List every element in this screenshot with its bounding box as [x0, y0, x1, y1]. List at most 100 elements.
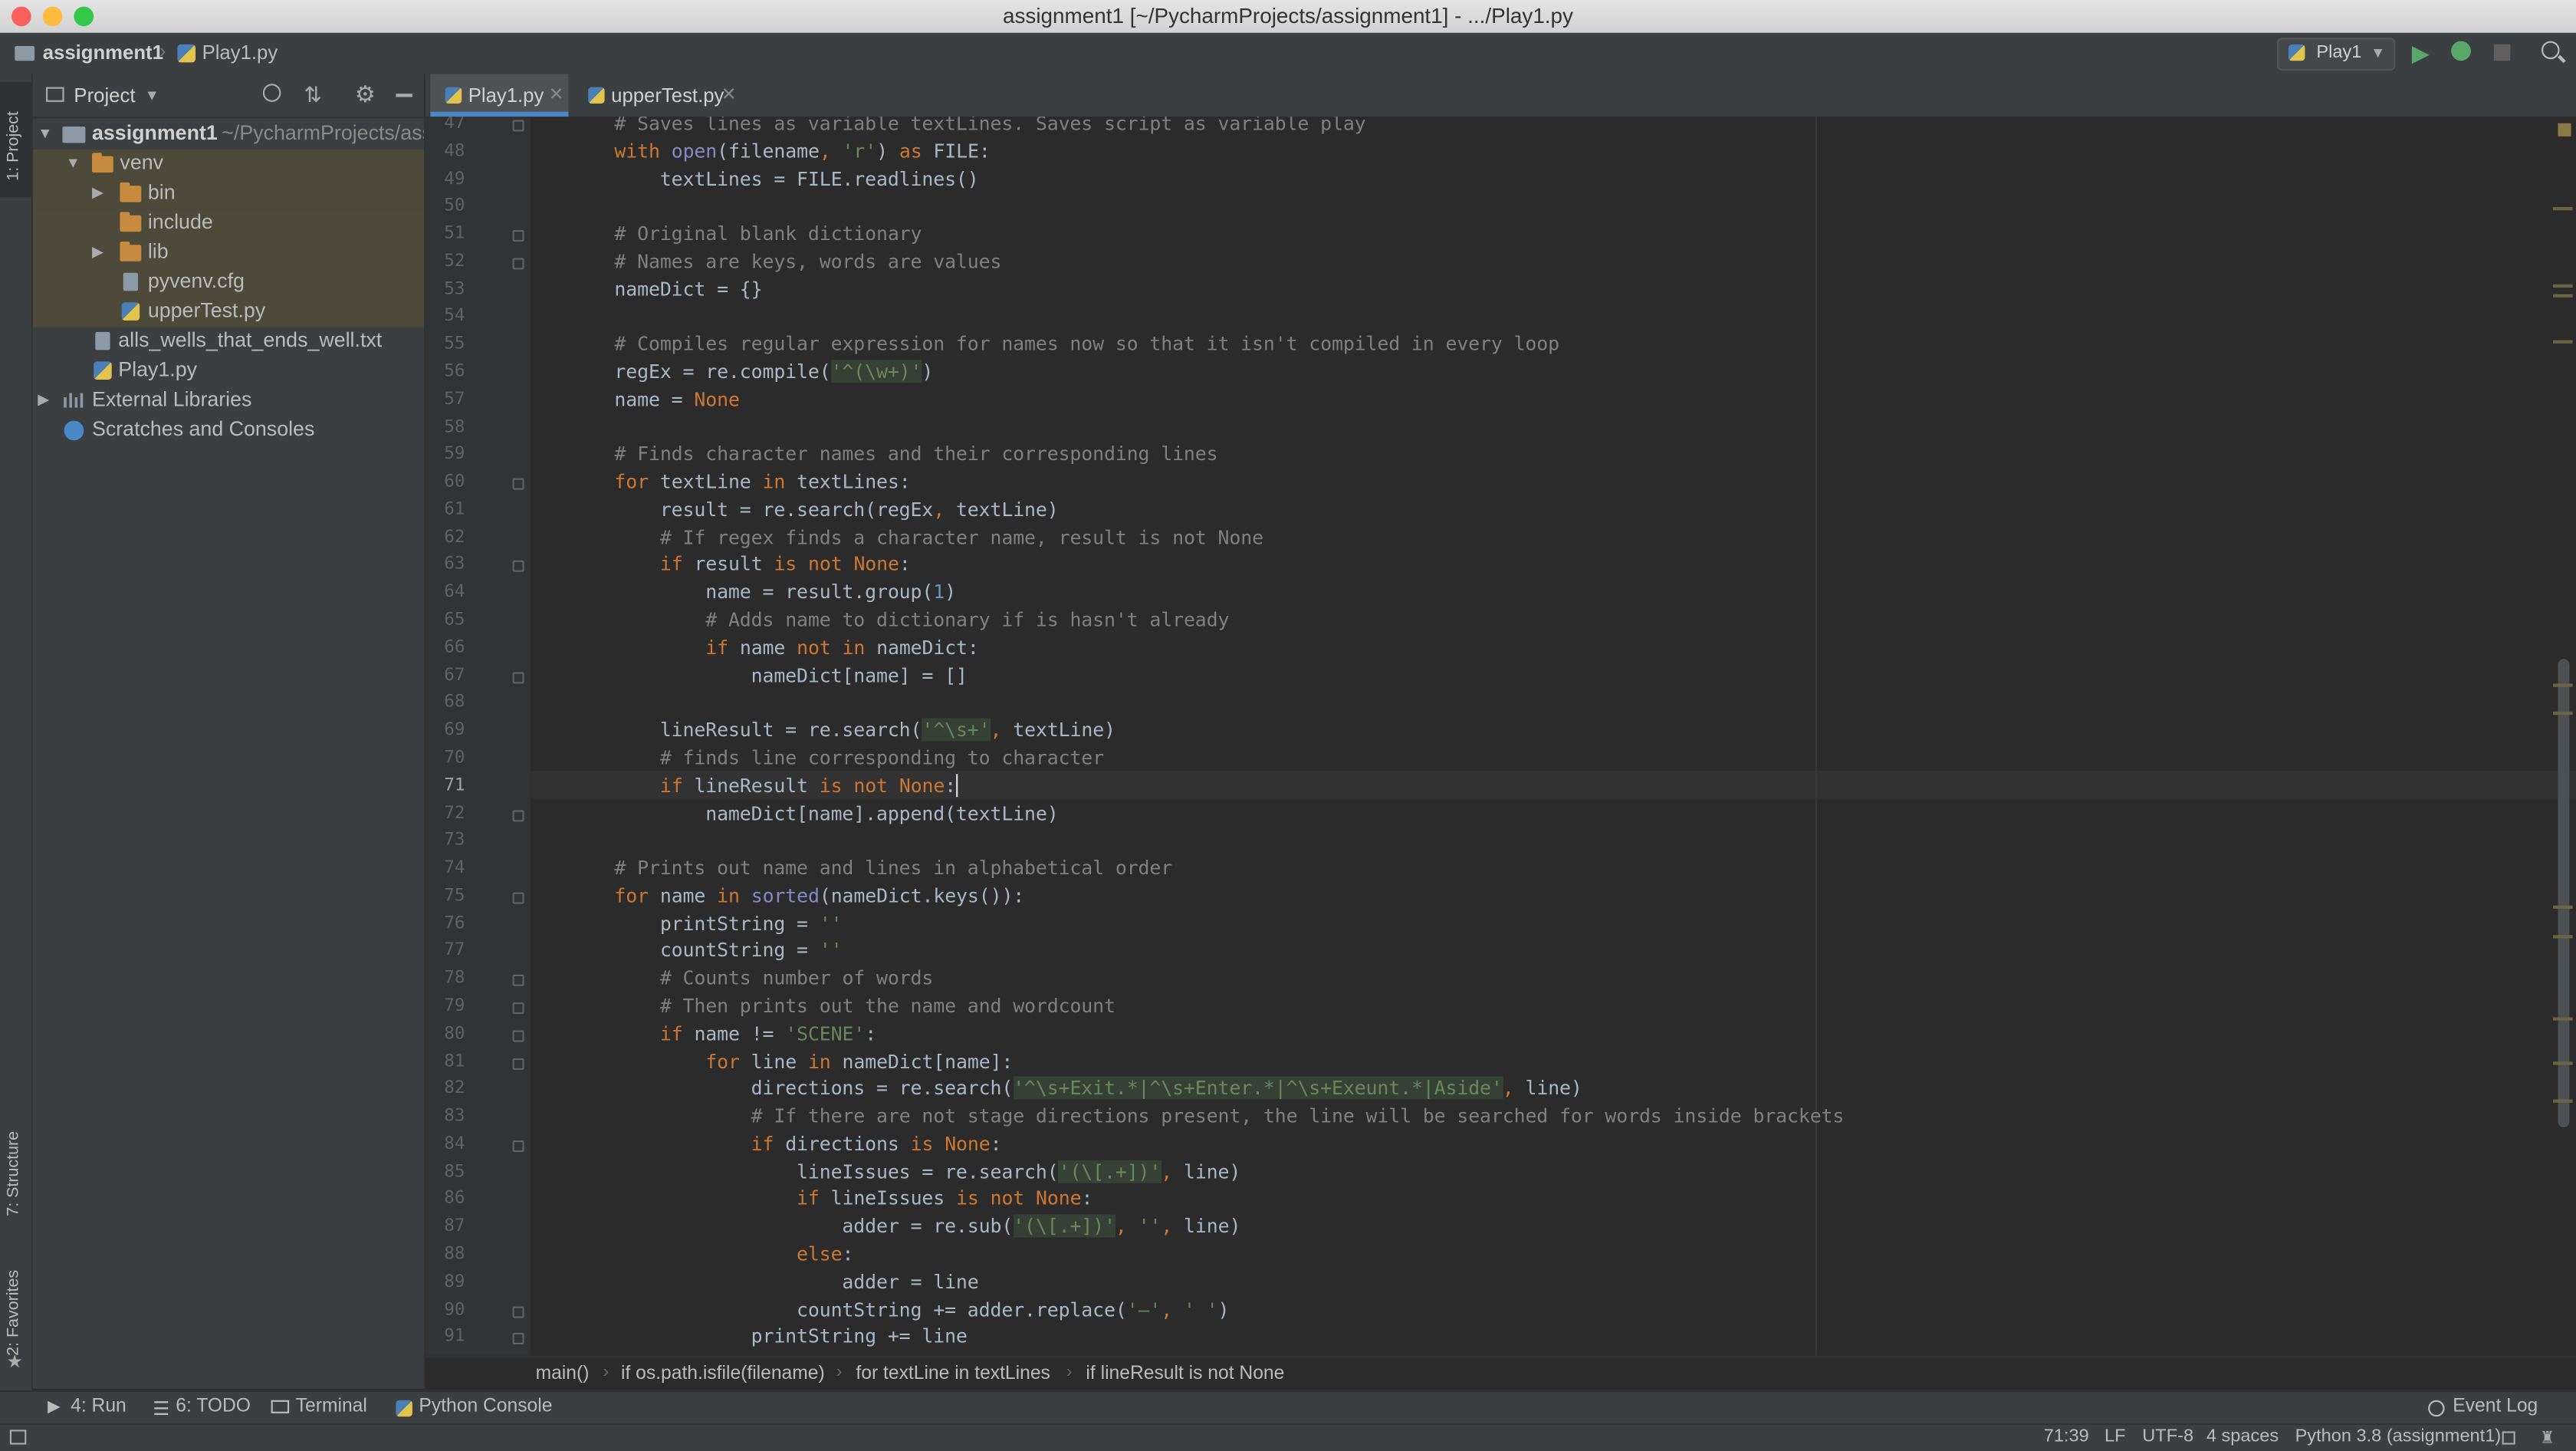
chevron-down-icon[interactable]: ▼	[38, 125, 52, 141]
code-line[interactable]: printString += line	[614, 1325, 968, 1348]
tree-item-play1-py[interactable]: Play1.py	[33, 357, 424, 387]
fold-marker-icon[interactable]	[512, 892, 524, 904]
hide-panel-icon[interactable]	[396, 94, 412, 97]
code-line[interactable]: # Saves lines as variable textLines. Sav…	[614, 117, 1365, 135]
chevron-down-icon[interactable]: ▼	[145, 87, 159, 104]
tree-item-assignment1[interactable]: ▼ assignment1 ~/PycharmProjects/ass	[33, 120, 424, 150]
fold-marker-icon[interactable]	[512, 258, 524, 270]
code-line[interactable]: # If there are not stage directions pres…	[614, 1104, 1845, 1127]
collapse-all-icon[interactable]: ⇅	[304, 82, 321, 108]
tab-play1-py[interactable]: Play1.py ✕	[430, 74, 569, 117]
code-line[interactable]: countString = ''	[614, 939, 843, 962]
code-line[interactable]: if name not in nameDict:	[614, 636, 979, 659]
fold-marker-icon[interactable]	[512, 561, 524, 573]
code-line[interactable]: adder = re.sub('(\[.+])', '', line)	[614, 1214, 1240, 1238]
fold-marker-icon[interactable]	[512, 671, 524, 683]
notifications-icon[interactable]: ♜	[2540, 1430, 2555, 1448]
tree-item-include[interactable]: include	[32, 209, 424, 239]
tree-item-venv[interactable]: ▼ venv	[32, 150, 424, 179]
fold-marker-icon[interactable]	[512, 1305, 524, 1318]
code-line[interactable]: directions = re.search('^\s+Exit.*|^\s+E…	[614, 1077, 1582, 1101]
code-line[interactable]: if directions is None:	[614, 1132, 1002, 1155]
locate-icon[interactable]	[262, 84, 281, 102]
code-line[interactable]: if lineIssues is not None:	[614, 1187, 1092, 1210]
inspection-status-indicator[interactable]	[2558, 123, 2571, 137]
code-line[interactable]: countString += adder.replace('—', ' ')	[614, 1298, 1230, 1321]
tool-python-console[interactable]: Python Console	[419, 1397, 552, 1416]
tab-uppertest-py[interactable]: upperTest.py ✕	[573, 74, 738, 117]
tree-item-lib[interactable]: ▶ lib	[32, 238, 424, 268]
tree-item-text-file[interactable]: alls_wells_that_ends_well.txt	[33, 327, 424, 357]
tree-item-external-libraries[interactable]: ▶ ılıl External Libraries	[33, 387, 424, 416]
code-line[interactable]: name = None	[614, 387, 739, 410]
file-encoding[interactable]: UTF-8	[2142, 1426, 2193, 1446]
code-line[interactable]: lineResult = re.search('^\s+', textLine)	[614, 718, 1116, 742]
chevron-down-icon[interactable]: ▼	[66, 154, 80, 170]
code-line[interactable]: with open(filename, 'r') as FILE:	[614, 140, 990, 163]
tool-windows-toggle-icon[interactable]	[9, 1430, 27, 1445]
fold-marker-icon[interactable]	[512, 478, 524, 490]
tool-event-log[interactable]: Event Log	[2453, 1397, 2538, 1416]
vertical-scrollbar[interactable]	[2558, 659, 2570, 1127]
code-line[interactable]: for name in sorted(nameDict.keys()):	[614, 883, 1024, 906]
indent-setting[interactable]: 4 spaces	[2206, 1426, 2279, 1446]
run-icon[interactable]: ▶	[2412, 39, 2430, 67]
code-line[interactable]: adder = line	[614, 1270, 978, 1293]
code-line[interactable]: # Then prints out the name and wordcount	[614, 994, 1116, 1017]
code-line[interactable]: name = result.group(1)	[614, 581, 956, 604]
close-icon[interactable]: ✕	[721, 84, 737, 105]
code-line[interactable]: # Adds name to dictionary if is hasn't a…	[614, 608, 1229, 631]
fold-marker-icon[interactable]	[512, 1030, 524, 1042]
code-line[interactable]: # Prints out name and lines in alphabeti…	[614, 857, 1172, 880]
tool-todo[interactable]: 6: TODO	[176, 1397, 251, 1416]
fold-marker-icon[interactable]	[512, 120, 524, 132]
code-line[interactable]: printString = ''	[614, 911, 843, 934]
tool-run[interactable]: 4: Run	[71, 1397, 127, 1416]
code-line[interactable]: lineIssues = re.search('(\[.+])', line)	[614, 1160, 1240, 1183]
tree-item-uppertest-py[interactable]: upperTest.py	[32, 297, 424, 327]
code-line[interactable]: result = re.search(regEx, textLine)	[614, 498, 1059, 521]
code-line[interactable]: # Finds character names and their corres…	[614, 443, 1217, 466]
caret-position[interactable]: 71:39	[2044, 1426, 2089, 1446]
fold-marker-icon[interactable]	[512, 1140, 524, 1152]
breadcrumb-item[interactable]: for textLine in textLines	[856, 1364, 1050, 1384]
breadcrumb-item[interactable]: main()	[536, 1364, 590, 1384]
code-line[interactable]: if lineResult is not None:	[614, 773, 958, 797]
tool-terminal[interactable]: Terminal	[296, 1397, 367, 1416]
code-line[interactable]: if name != 'SCENE':	[614, 1022, 876, 1045]
code-line[interactable]: regEx = re.compile('^(\w+)')	[614, 360, 933, 383]
lock-icon[interactable]	[2502, 1431, 2515, 1445]
breadcrumb-item[interactable]: if lineResult is not None	[1086, 1364, 1284, 1384]
python-interpreter[interactable]: Python 3.8 (assignment1)	[2295, 1426, 2502, 1446]
code-line[interactable]: for line in nameDict[name]:	[614, 1049, 1013, 1072]
code-line[interactable]: # Original blank dictionary	[614, 222, 922, 245]
tree-item-pyvenv-cfg[interactable]: pyvenv.cfg	[32, 268, 424, 298]
fold-marker-icon[interactable]	[512, 1333, 524, 1345]
nav-project[interactable]: assignment1	[43, 41, 163, 64]
code-line[interactable]: textLines = FILE.readlines()	[614, 167, 979, 190]
run-configuration-select[interactable]: Play1 ▼	[2277, 38, 2396, 71]
line-separator[interactable]: LF	[2104, 1426, 2126, 1446]
chevron-right-icon[interactable]: ▶	[38, 391, 49, 410]
code-line[interactable]: nameDict[name].append(textLine)	[614, 801, 1058, 824]
code-line[interactable]: # Counts number of words	[614, 966, 934, 989]
code-line[interactable]: # Compiles regular expression for names …	[614, 332, 1559, 355]
code-line[interactable]: nameDict = {}	[614, 277, 762, 300]
code-editor[interactable]: 47 48 49 50 51 52 53 54 55 56 57 58 59 60 61 62 63 64 65 66…	[426, 117, 2576, 1356]
code-line[interactable]: else:	[614, 1242, 853, 1265]
fold-marker-icon[interactable]	[512, 1002, 524, 1015]
code-line[interactable]: for textLine in textLines:	[614, 470, 910, 493]
breadcrumb-item[interactable]: if os.path.isfile(filename)	[621, 1364, 825, 1384]
debug-icon[interactable]	[2451, 41, 2471, 61]
tab-project-tool[interactable]: 1: Project	[0, 82, 31, 198]
tree-item-scratches[interactable]: Scratches and Consoles	[33, 416, 424, 446]
code-line[interactable]: nameDict[name] = []	[614, 663, 968, 686]
fold-marker-icon[interactable]	[512, 1057, 524, 1069]
nav-file[interactable]: Play1.py	[202, 41, 278, 64]
fold-marker-icon[interactable]	[512, 975, 524, 987]
chevron-right-icon[interactable]: ▶	[92, 243, 104, 262]
code-line[interactable]: # finds line corresponding to character	[614, 746, 1104, 769]
search-icon[interactable]	[2542, 41, 2560, 60]
stop-icon[interactable]	[2493, 44, 2511, 61]
code-line[interactable]: if result is not None:	[614, 553, 911, 576]
